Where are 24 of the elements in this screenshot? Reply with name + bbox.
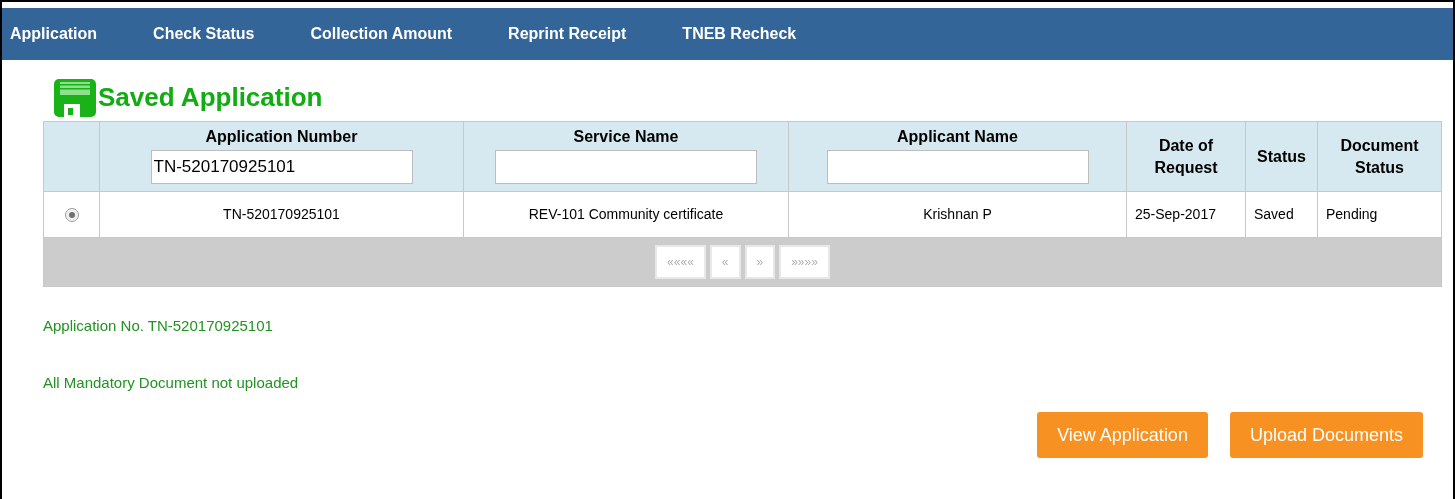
nav-link[interactable]: Collection Amount <box>310 22 453 46</box>
filter-field[interactable] <box>495 150 757 184</box>
column-title: Date of Request <box>1154 136 1218 176</box>
nav-link[interactable]: Check Status <box>153 22 255 46</box>
column-title: Application Number <box>205 128 358 145</box>
table-cell: Pending <box>1317 191 1442 238</box>
nav-link[interactable]: TNEB Recheck <box>682 22 797 46</box>
radio-button[interactable] <box>64 208 79 223</box>
column-title: Status <box>1257 147 1306 165</box>
column-title: Document Status <box>1340 136 1419 176</box>
table-cell: Saved <box>1245 191 1318 238</box>
status-message: All Mandatory Document not uploaded <box>43 372 300 393</box>
table-cell: Krishnan P <box>788 191 1127 238</box>
filter-field[interactable]: TN-520170925101 <box>150 150 413 184</box>
filter-field[interactable] <box>826 150 1089 184</box>
column-title: Applicant Name <box>897 128 1018 145</box>
page-title: Saved Application <box>98 81 323 114</box>
nav-link[interactable]: Application <box>10 22 98 46</box>
table-cell: REV-101 Community certificate <box>463 191 789 238</box>
table-cell: 25-Sep-2017 <box>1126 191 1246 238</box>
table-cell: TN-520170925101 <box>99 191 464 238</box>
column-title: Service Name <box>573 128 679 145</box>
status-message: Application No. TN-520170925101 <box>43 316 274 336</box>
nav-link[interactable]: Reprint Receipt <box>508 22 627 46</box>
